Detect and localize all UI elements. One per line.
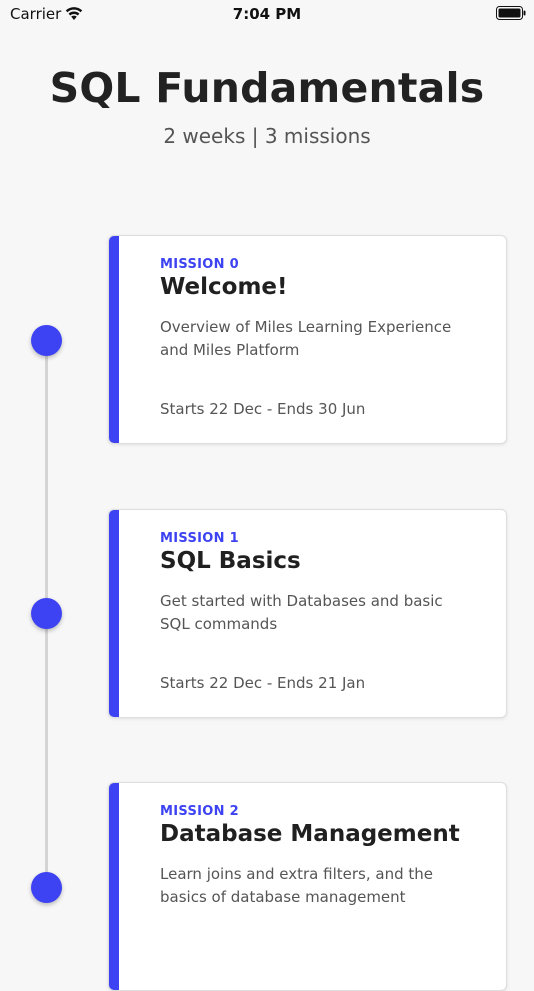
page-title: SQL Fundamentals [49,64,485,112]
mission-title: SQL Basics [160,548,301,574]
battery-icon [496,6,526,20]
page-subtitle: 2 weeks | 3 missions [163,124,371,148]
mission-dates: Starts 22 Dec - Ends 30 Jun [160,400,366,418]
mission-accent-bar [109,510,119,717]
status-time: 7:04 PM [232,5,302,23]
timeline-dot-mission-0 [31,325,62,356]
mission-description: Get started with Databases and basic SQL… [160,592,443,633]
mission-title: Welcome! [160,274,288,300]
mission-card-1[interactable]: MISSION 1 SQL Basics Get started with Da… [108,509,507,718]
mission-label: MISSION 2 [160,804,239,819]
mission-title: Database Management [160,821,460,847]
mission-accent-bar [109,236,119,443]
mission-accent-bar [109,783,119,990]
mission-label: MISSION 0 [160,257,239,272]
mission-description: Overview of Miles Learning Experience an… [160,318,452,359]
timeline-dot-mission-2 [31,872,62,903]
status-bar: Carrier 7:04 PM [0,0,534,28]
timeline-dot-mission-1 [31,598,62,629]
mission-card-2[interactable]: MISSION 2 Database Management Learn join… [108,782,507,991]
mission-description: Learn joins and extra filters, and the b… [160,865,433,906]
mission-card-0[interactable]: MISSION 0 Welcome! Overview of Miles Lea… [108,235,507,444]
mission-label: MISSION 1 [160,531,239,546]
mission-dates: Starts 22 Dec - Ends 21 Jan [160,674,366,692]
